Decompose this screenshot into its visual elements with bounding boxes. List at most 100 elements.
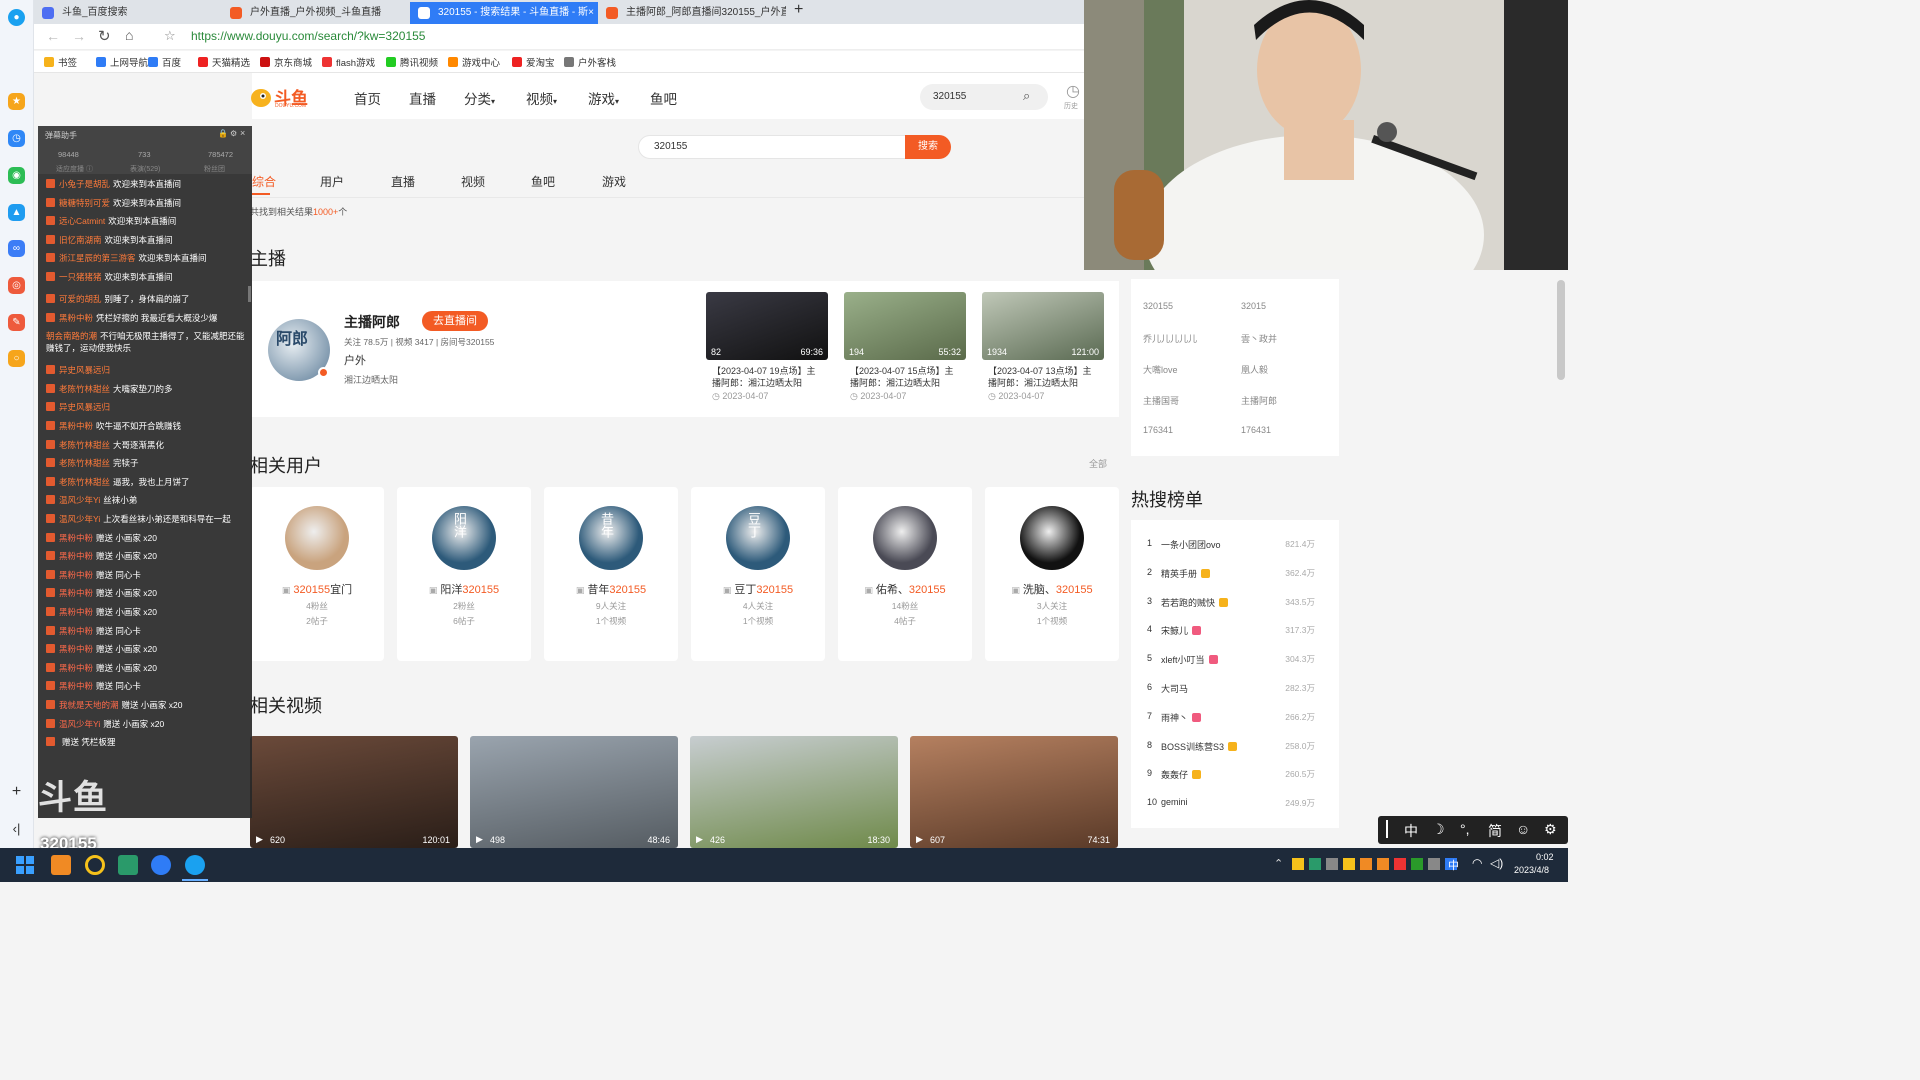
weibo-icon[interactable]: ◎	[8, 277, 25, 294]
related-keyword[interactable]: 176431	[1241, 425, 1271, 435]
hot-search-item[interactable]: 2 精英手册 362.4万	[1131, 567, 1339, 587]
clock-icon[interactable]: ◷	[8, 130, 25, 147]
related-keyword[interactable]: 凰人毅	[1241, 363, 1268, 376]
chat-username[interactable]: 老陈竹林甜丝	[59, 384, 110, 394]
related-keyword[interactable]: 320155	[1143, 301, 1173, 311]
bookmark-item[interactable]: 百度	[148, 55, 181, 69]
chat-username[interactable]: 黑粉中粉	[59, 681, 93, 691]
bookmark-item[interactable]: 上网导航	[96, 55, 148, 69]
kugou-icon[interactable]	[151, 855, 171, 875]
chat-username[interactable]: 黑粉中粉	[59, 588, 93, 598]
related-keyword[interactable]: 大嘴love	[1143, 363, 1178, 376]
bookmark-item[interactable]: 腾讯视频	[386, 55, 438, 69]
search-button[interactable]: 搜索	[905, 135, 951, 159]
avatar[interactable]: 豆丁	[726, 506, 790, 570]
moon-icon[interactable]: ☽	[1432, 821, 1445, 838]
new-tab-button[interactable]: +	[794, 1, 803, 19]
nav-video[interactable]: 视频▾	[526, 88, 557, 108]
video-thumbnail[interactable]: 194 55:32	[844, 292, 966, 360]
user-card[interactable]: ▣ 佑希、320155 14粉丝 4帖子	[838, 487, 972, 661]
user-card[interactable]: 阳洋 ▣ 阳洋320155 2粉丝 6帖子	[397, 487, 531, 661]
bookmark-item[interactable]: flash游戏	[322, 55, 375, 69]
history-icon[interactable]: ◷	[1066, 81, 1080, 101]
chat-username[interactable]: 我就是天地的潮	[59, 700, 119, 710]
nav-live[interactable]: 直播	[409, 88, 436, 108]
avatar[interactable]	[285, 506, 349, 570]
hot-search-item[interactable]: 5 xleft小叮当 304.3万	[1131, 653, 1339, 673]
chat-username[interactable]: 黑粉中粉	[59, 533, 93, 543]
video-card[interactable]: ▶ 498 48:46	[470, 736, 678, 848]
app-icon[interactable]	[118, 855, 138, 875]
avatar[interactable]	[873, 506, 937, 570]
user-name[interactable]: ▣ 洗脑、320155	[985, 581, 1119, 597]
chat-username[interactable]: 朝会南路的潮	[46, 331, 97, 341]
chat-username[interactable]: 黑粉中粉	[59, 421, 93, 431]
close-icon[interactable]: ×	[240, 128, 245, 138]
user-name[interactable]: ▣ 320155宜门	[250, 581, 384, 597]
user-card[interactable]: 昔年 ▣ 昔年320155 9人关注 1个视频	[544, 487, 678, 661]
chat-username[interactable]: 可爱的胡乱	[59, 294, 102, 304]
hot-search-item[interactable]: 4 宋鲸儿 317.3万	[1131, 624, 1339, 644]
avatar[interactable]	[1020, 506, 1084, 570]
avatar[interactable]: 昔年	[579, 506, 643, 570]
tab-yuba[interactable]: 鱼吧	[531, 173, 555, 190]
lock-icon[interactable]: 🔒	[218, 129, 228, 138]
tab-search-result[interactable]: 320155 - 搜索结果 - 斗鱼直播 - 斯 ×	[410, 2, 598, 24]
bookmark-item[interactable]: 游戏中心	[448, 55, 500, 69]
simplified-button[interactable]: 简	[1488, 821, 1502, 841]
hot-search-item[interactable]: 8 BOSS训练营S3 258.0万	[1131, 740, 1339, 760]
related-keyword[interactable]: 主播阿郎	[1241, 394, 1277, 407]
streamer-name[interactable]: 主播阿郎	[344, 312, 400, 332]
hot-search-item[interactable]: 6 大司马 282.3万	[1131, 682, 1339, 702]
nav-game[interactable]: 游戏▾	[588, 88, 619, 108]
related-keyword[interactable]: 32015	[1241, 301, 1266, 311]
bookmark-item[interactable]: 户外客栈	[564, 55, 616, 69]
related-keyword[interactable]: 176341	[1143, 425, 1173, 435]
nav-home[interactable]: 首页	[354, 88, 381, 108]
tab-close-icon[interactable]: ×	[588, 2, 594, 24]
bookmark-item[interactable]: 书签	[44, 55, 77, 69]
page-scrollbar[interactable]	[1557, 280, 1565, 380]
nav-category[interactable]: 分类▾	[464, 88, 495, 108]
wifi-icon[interactable]: ◠	[1472, 856, 1482, 870]
go-live-button[interactable]: 去直播间	[422, 311, 488, 331]
chat-username[interactable]: 黑粉中粉	[59, 607, 93, 617]
chat-username[interactable]: 黑粉中粉	[59, 551, 93, 561]
user-name[interactable]: ▣ 昔年320155	[544, 581, 678, 597]
hot-search-item[interactable]: 7 雨神丶 266.2万	[1131, 711, 1339, 731]
volume-icon[interactable]: ◁)	[1490, 856, 1503, 870]
hot-search-item[interactable]: 9 轰轰仔 260.5万	[1131, 768, 1339, 788]
add-icon[interactable]: +	[8, 783, 25, 800]
home-icon[interactable]: ⌂	[125, 27, 133, 43]
url-input[interactable]: https://www.douyu.com/search/?kw=320155	[191, 29, 425, 43]
header-search-input[interactable]: 320155	[933, 91, 966, 102]
tab-outdoor[interactable]: 户外直播_户外视频_斗鱼直播	[222, 2, 410, 24]
user-card[interactable]: ▣ 洗脑、320155 3人关注 1个视频	[985, 487, 1119, 661]
ime-handle[interactable]	[1386, 820, 1388, 838]
chat-username[interactable]: 温风少年Yi	[59, 514, 100, 524]
forward-icon[interactable]: →	[72, 28, 86, 44]
user-name[interactable]: ▣ 佑希、320155	[838, 581, 972, 597]
hot-search-item[interactable]: 10 gemini 249.9万	[1131, 797, 1339, 817]
search-input[interactable]: 320155	[638, 135, 906, 159]
game-icon[interactable]: ∞	[8, 240, 25, 257]
chrome-icon[interactable]	[85, 855, 105, 875]
search-tool-icon[interactable]: ○	[8, 350, 25, 367]
ime-mode-button[interactable]: 中	[1404, 821, 1418, 841]
video-title[interactable]: 【2023-04-07 15点场】主播阿郎：湘江边晒太阳	[850, 365, 962, 389]
video-card[interactable]: ▶ 607 74:31	[910, 736, 1118, 848]
video-card[interactable]: ▶ 426 18:30	[690, 736, 898, 848]
chat-username[interactable]: 黑粉中粉	[59, 313, 93, 323]
download-icon[interactable]: ▲	[8, 204, 25, 221]
bookmark-item[interactable]: 爱淘宝	[512, 55, 555, 69]
chat-username[interactable]: 浙江星辰的第三游客	[59, 253, 136, 263]
collapse-icon[interactable]: ‹|	[8, 820, 25, 837]
wechat-icon[interactable]: ◉	[8, 167, 25, 184]
nav-yuba[interactable]: 鱼吧	[650, 88, 677, 108]
user-card[interactable]: ▣ 320155宜门 4粉丝 2帖子	[250, 487, 384, 661]
tab-games[interactable]: 游戏	[602, 173, 626, 190]
video-title[interactable]: 【2023-04-07 13点场】主播阿郎：湘江边晒太阳	[988, 365, 1100, 389]
related-keyword[interactable]: 乔儿儿儿儿儿	[1143, 332, 1197, 345]
punctuation-icon[interactable]: °,	[1460, 821, 1470, 837]
ime-indicator[interactable]: 中	[1448, 857, 1459, 873]
